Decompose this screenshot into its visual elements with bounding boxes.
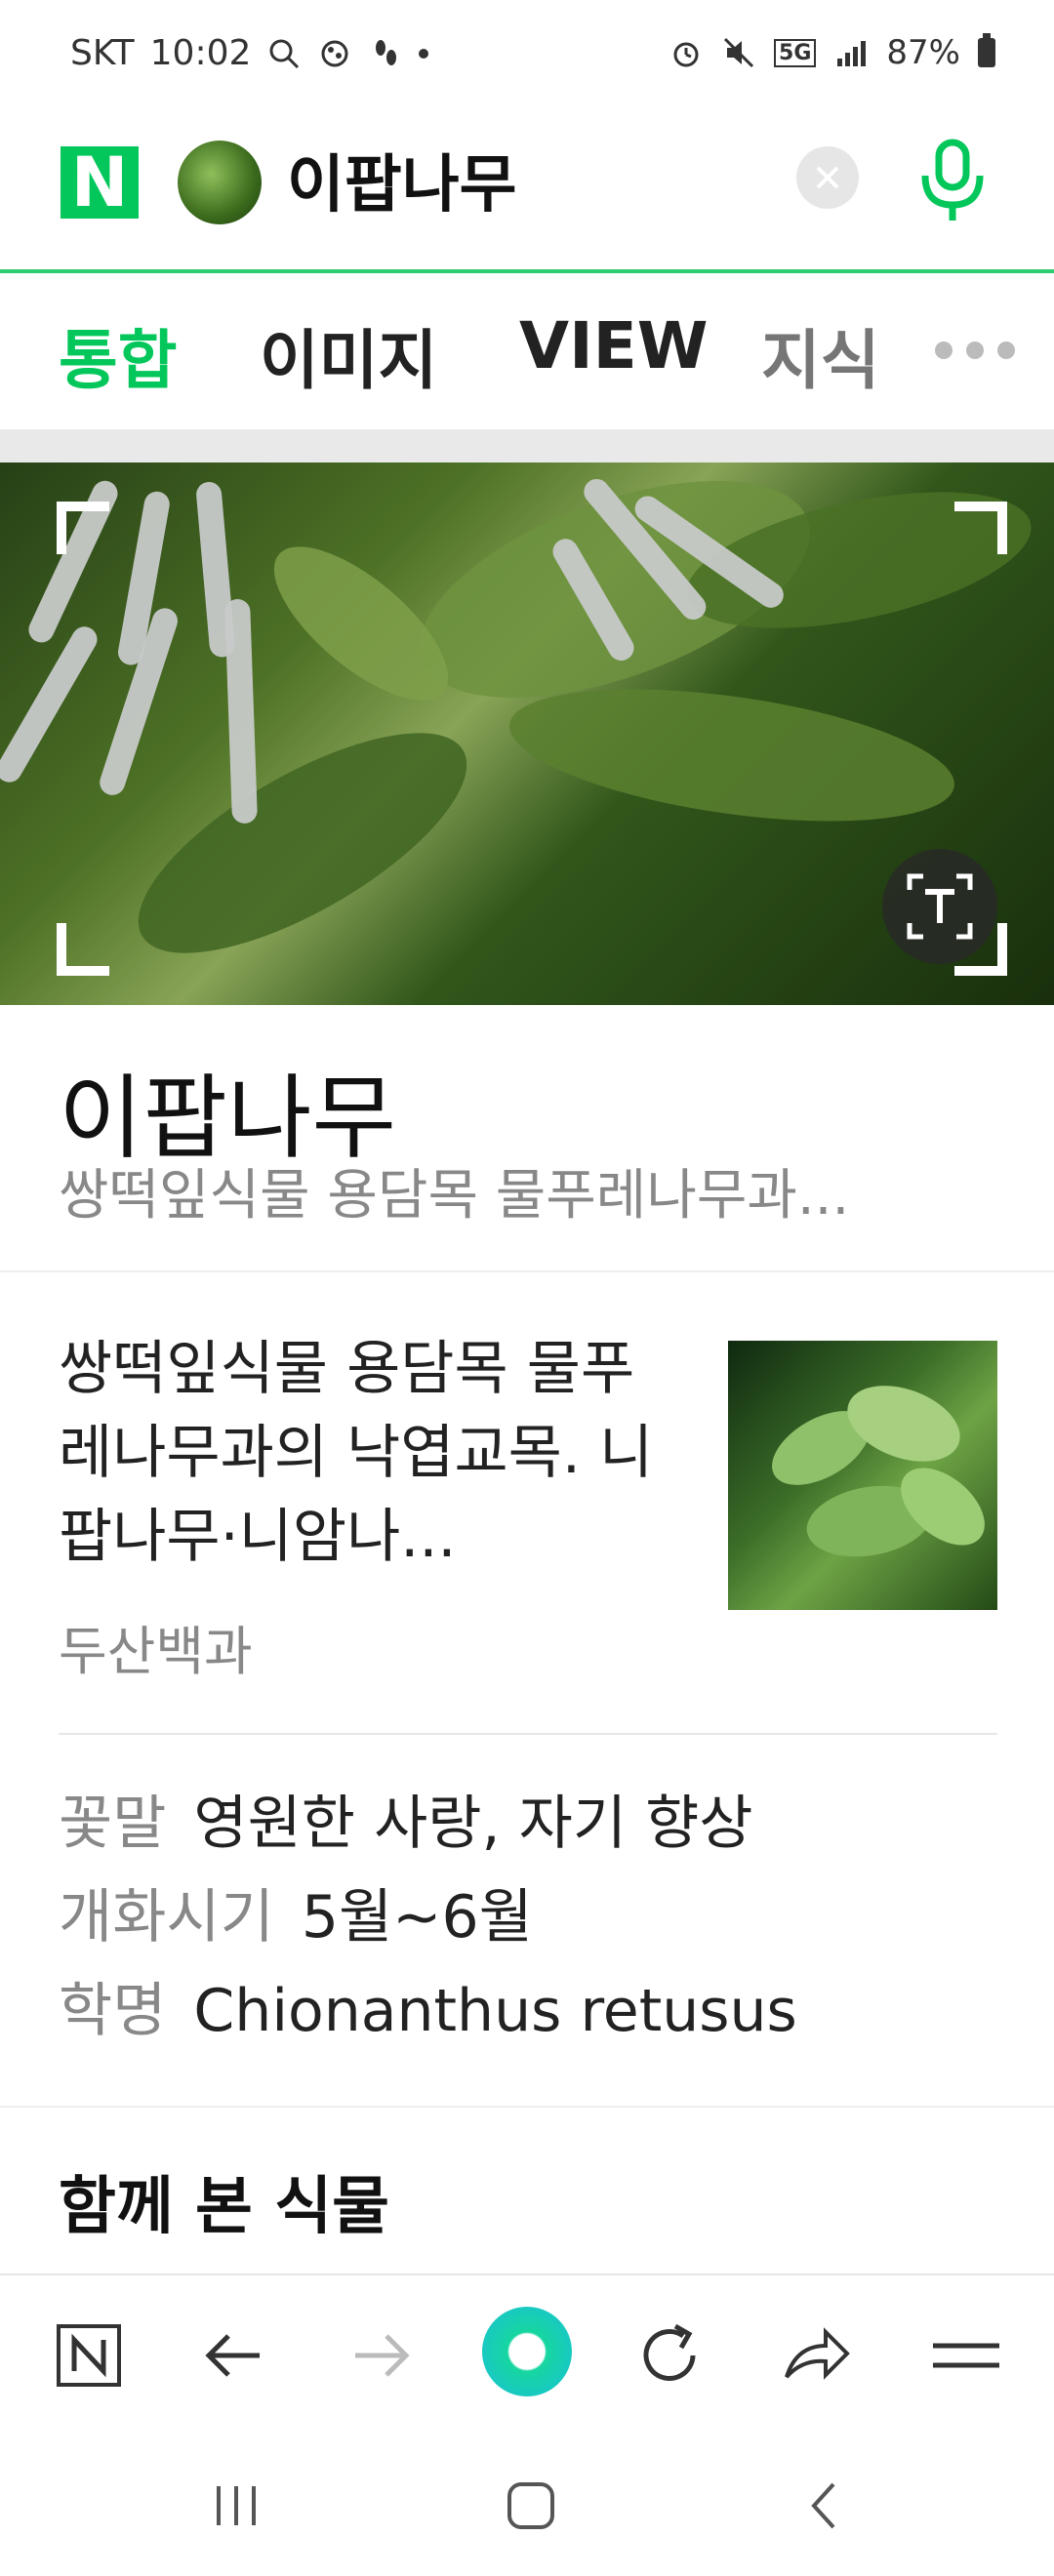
clear-search-button[interactable]	[796, 146, 859, 209]
search-status-icon	[269, 39, 300, 68]
text-recognition-button[interactable]	[882, 849, 997, 964]
back-arrow-icon[interactable]	[195, 2316, 273, 2395]
info-value: Chionanthus retusus	[193, 1977, 797, 2045]
share-icon[interactable]	[777, 2316, 855, 2395]
divider	[0, 2106, 1054, 2108]
alarm-icon	[673, 42, 699, 67]
info-value: 5월~6월	[301, 1883, 533, 1952]
info-key: 개화시기	[59, 1883, 274, 1952]
refresh-icon[interactable]	[632, 2316, 710, 2395]
section-spacer	[0, 429, 1054, 463]
carrier: SKT	[70, 33, 135, 73]
footprint-icon	[376, 39, 397, 65]
clock: 10:02	[149, 33, 252, 73]
battery-icon	[978, 33, 995, 67]
status-left: SKT 10:02	[70, 33, 429, 73]
info-row-scientific-name: 학명 Chionanthus retusus	[59, 1963, 797, 2048]
related-plants-heading: 함께 본 식물	[59, 2171, 389, 2243]
query-image-thumbnail[interactable]	[178, 141, 262, 224]
text-scan-icon	[907, 873, 973, 940]
mute-icon	[723, 37, 754, 68]
tab-integrated[interactable]: 통합	[59, 308, 177, 402]
info-key: 꽃말	[59, 1790, 167, 1858]
back-icon[interactable]	[798, 2478, 853, 2533]
network-type: 5G	[774, 38, 817, 67]
encyclopedia-source[interactable]: 두산백과	[59, 1608, 253, 1685]
crop-corner-top-right	[954, 502, 1007, 554]
close-icon	[816, 166, 839, 189]
tab-knowledge[interactable]: 지식	[761, 308, 879, 402]
tab-images[interactable]: 이미지	[260, 308, 437, 402]
crop-corner-bottom-left	[57, 923, 109, 976]
more-notifications-dot	[419, 48, 429, 59]
info-key: 학명	[59, 1977, 167, 2045]
signal-icon	[837, 41, 867, 66]
menu-icon[interactable]	[927, 2316, 1005, 2395]
encyclopedia-summary[interactable]: 쌍떡잎식물 용담목 물푸레나무과의 낙엽교목. 니팝나무·니암나...	[59, 1327, 683, 1579]
info-row-flower-language: 꽃말 영원한 사랑, 자기 향상	[59, 1776, 753, 1861]
result-subtitle: 쌍떡잎식물 용담목 물푸레나무과...	[59, 1164, 850, 1228]
battery-percent: 87%	[886, 33, 960, 72]
search-header	[0, 107, 1054, 273]
recents-icon[interactable]	[209, 2478, 264, 2533]
naver-home-icon[interactable]	[51, 2316, 129, 2395]
info-row-bloom-season: 개화시기 5월~6월	[59, 1870, 533, 1954]
microphone-icon[interactable]	[913, 137, 992, 224]
divider	[59, 1733, 997, 1735]
naver-logo[interactable]: N	[61, 146, 139, 219]
search-query[interactable]: 이팝나무	[287, 135, 517, 224]
divider	[0, 1270, 1054, 1272]
home-icon[interactable]	[504, 2478, 558, 2533]
forward-arrow-icon[interactable]	[342, 2316, 420, 2395]
status-right: 5G 87%	[669, 33, 995, 72]
app-notification-icon	[321, 40, 348, 66]
green-home-button[interactable]	[482, 2307, 572, 2396]
tab-view[interactable]: VIEW	[519, 308, 709, 383]
crop-corner-top-left	[57, 502, 109, 554]
encyclopedia-thumbnail[interactable]	[728, 1341, 997, 1610]
status-bar: SKT 10:02 5G 87%	[0, 0, 1054, 107]
more-tabs-icon[interactable]	[935, 342, 1023, 361]
info-value: 영원한 사랑, 자기 향상	[193, 1790, 753, 1858]
